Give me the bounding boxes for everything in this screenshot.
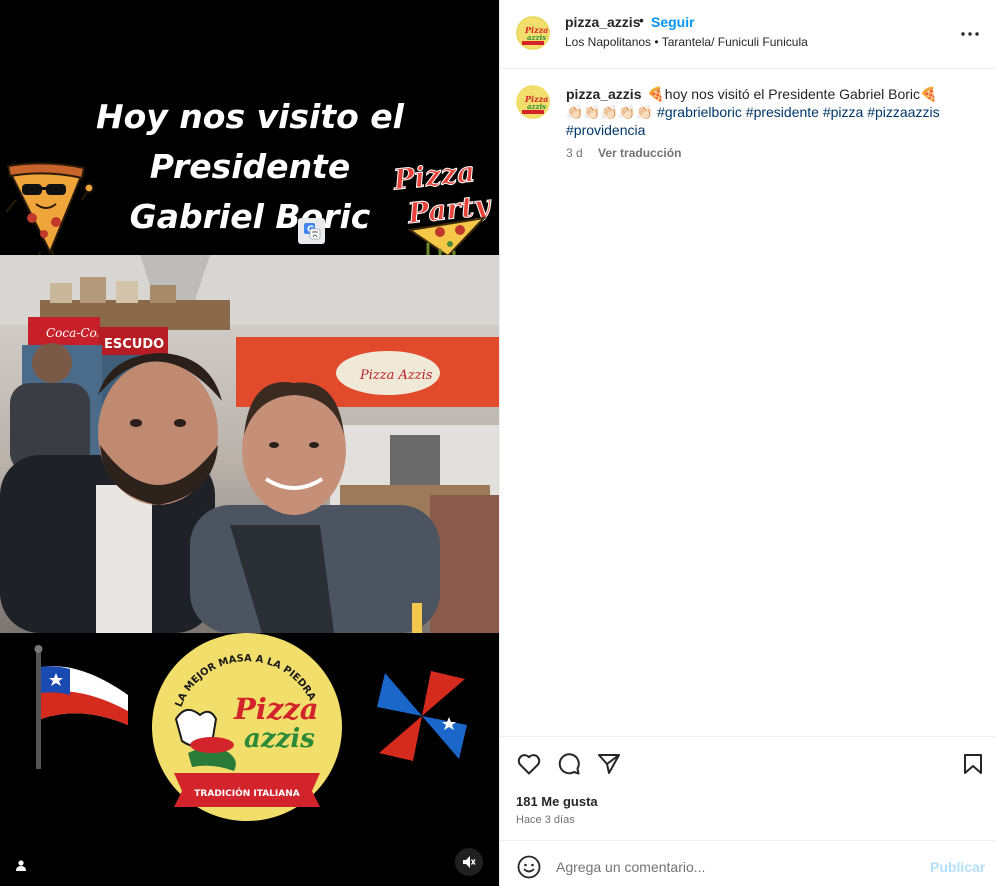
- translate-icon[interactable]: G: [298, 218, 325, 244]
- media-title-line-2: Presidente: [149, 147, 351, 186]
- emoji-icon[interactable]: [516, 854, 542, 880]
- caption-body: 🍕hoy nos visitó el Presidente Gabriel Bo…: [647, 86, 938, 102]
- publish-button[interactable]: Publicar: [930, 859, 985, 875]
- comment-icon[interactable]: [556, 751, 582, 777]
- more-horizontal-icon[interactable]: [958, 22, 982, 46]
- post-time[interactable]: Hace 3 días: [516, 814, 575, 826]
- hashtag-link[interactable]: #pizzaazzis: [867, 104, 939, 120]
- logo-ribbon-text: TRADICIÓN ITALIANA: [194, 787, 299, 799]
- bookmark-icon[interactable]: [960, 751, 986, 777]
- comment-input[interactable]: [556, 852, 916, 882]
- photo-scene: Coca-Cola ESCUDO Pizza Azzis: [0, 255, 499, 633]
- caption-username[interactable]: pizza_azzis: [566, 86, 641, 102]
- media-title-block: Hoy nos visito el Presidente Gabriel Bor…: [0, 0, 499, 270]
- share-icon[interactable]: [596, 751, 622, 777]
- header-username[interactable]: pizza_azzis: [565, 14, 640, 30]
- follow-button[interactable]: Seguir: [651, 14, 695, 30]
- post-photo: Coca-Cola ESCUDO Pizza Azzis: [0, 255, 499, 633]
- post-media[interactable]: Hoy nos visito el Presidente Gabriel Bor…: [0, 0, 499, 886]
- logo-brand-2: azzis: [244, 724, 315, 754]
- caption-avatar[interactable]: Pizza azzis: [516, 85, 550, 119]
- avatar[interactable]: Pizza azzis: [516, 16, 550, 50]
- pinwheel-icon: [377, 671, 467, 761]
- heart-icon[interactable]: [516, 751, 542, 777]
- caption-meta: 3 d Ver traducción: [566, 146, 681, 160]
- chile-flag-icon: [34, 645, 128, 769]
- sign-escudo: ESCUDO: [104, 337, 164, 352]
- post-actions: 181 Me gusta Hace 3 días: [500, 736, 995, 840]
- caption-time[interactable]: 3 d: [566, 146, 583, 160]
- media-title-line-3: Gabriel Boric: [129, 197, 371, 236]
- pizza-party-sticker: Pizza Party: [390, 155, 492, 270]
- caption-claps: 👏🏻👏🏻👏🏻👏🏻👏🏻: [566, 104, 654, 120]
- hashtag-link[interactable]: #pizza: [823, 104, 863, 120]
- location-link[interactable]: Los Napolitanos • Tarantela/ Funiculi Fu…: [565, 35, 808, 49]
- hashtag-link[interactable]: #presidente: [746, 104, 819, 120]
- pizza-azzis-logo: LA MEJOR MASA A LA PIEDRA Pizza azzis TR…: [152, 633, 342, 821]
- svg-text:azzis: azzis: [527, 102, 546, 111]
- sign-pizza: Pizza Azzis: [359, 368, 433, 383]
- caption-text: pizza_azzis 🍕hoy nos visitó el President…: [566, 85, 976, 139]
- mute-icon[interactable]: [455, 848, 483, 876]
- translate-button[interactable]: Ver traducción: [598, 146, 681, 160]
- like-count[interactable]: 181 Me gusta: [516, 794, 598, 809]
- svg-text:azzis: azzis: [527, 33, 546, 42]
- tagged-user-icon[interactable]: [9, 853, 33, 877]
- add-comment-bar: Publicar: [500, 840, 995, 886]
- logo-brand-1: Pizza: [233, 692, 319, 726]
- media-title-line-1: Hoy nos visito el: [96, 97, 404, 136]
- media-title: Hoy nos visito el Presidente Gabriel Bor…: [60, 92, 440, 242]
- header-dot: •: [639, 12, 644, 28]
- post-header: Pizza azzis pizza_azzis • Seguir Los Nap…: [500, 0, 995, 69]
- hashtag-link[interactable]: #providencia: [566, 122, 645, 138]
- post-side-panel: Pizza azzis pizza_azzis • Seguir Los Nap…: [499, 0, 995, 886]
- hashtag-link[interactable]: #grabrielboric: [657, 104, 742, 120]
